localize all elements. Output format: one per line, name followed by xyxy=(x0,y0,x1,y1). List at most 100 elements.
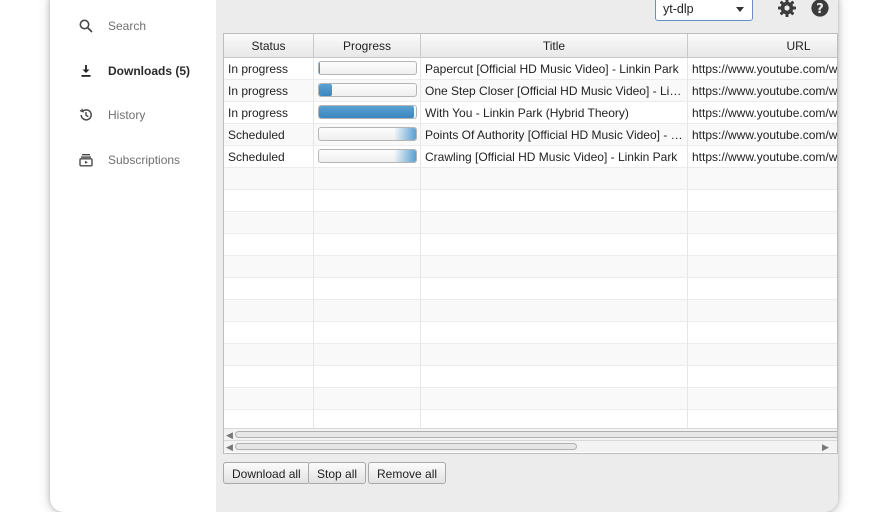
sidebar-item-search[interactable]: Search xyxy=(50,10,216,42)
chevron-down-icon xyxy=(736,7,744,12)
progress-bar xyxy=(318,83,417,97)
stop-all-button[interactable]: Stop all xyxy=(308,462,367,484)
sidebar-item-label: Search xyxy=(108,19,147,33)
progress-bar-fill xyxy=(319,62,320,74)
status-cell xyxy=(224,234,314,256)
download-all-button[interactable]: Download all xyxy=(223,462,310,484)
progress-bar-fill xyxy=(394,128,416,140)
sidebar-item-subscriptions[interactable]: Subscriptions xyxy=(50,144,216,176)
progress-cell xyxy=(314,190,421,212)
sidebar-item-downloads[interactable]: Downloads (5) xyxy=(50,55,216,87)
url-cell xyxy=(688,234,837,256)
inner-horizontal-scrollbar[interactable]: ◀ xyxy=(224,428,837,440)
remove-all-button[interactable]: Remove all xyxy=(368,462,447,484)
table-row xyxy=(224,322,837,344)
table-row[interactable]: Scheduled Points Of Authority [Official H… xyxy=(224,124,837,146)
download-icon xyxy=(78,63,94,79)
title-cell: Crawling [Official HD Music Video] - Lin… xyxy=(421,146,688,168)
column-header-title[interactable]: Title xyxy=(421,34,688,58)
title-cell xyxy=(421,322,688,344)
downloads-table: Status Progress Title URL In progress Pap… xyxy=(223,33,838,454)
title-cell: One Step Closer [Official HD Music Video… xyxy=(421,80,688,102)
progress-cell xyxy=(314,80,421,102)
progress-cell xyxy=(314,278,421,300)
title-cell: With You - Linkin Park (Hybrid Theory) xyxy=(421,102,688,124)
column-header-progress[interactable]: Progress xyxy=(314,34,421,58)
url-cell: https://www.youtube.com/wa xyxy=(688,124,837,146)
status-cell xyxy=(224,168,314,190)
status-cell xyxy=(224,322,314,344)
status-cell: Scheduled xyxy=(224,146,314,168)
scroll-right-arrow-icon[interactable]: ▶ xyxy=(822,442,829,453)
table-row[interactable]: Scheduled Crawling [Official HD Music Vid… xyxy=(224,146,837,168)
search-icon xyxy=(78,18,94,34)
progress-bar-fill xyxy=(319,84,332,96)
scrollbar-thumb[interactable] xyxy=(235,431,837,438)
table-row[interactable]: In progress With You - Linkin Park (Hybri… xyxy=(224,102,837,124)
gear-icon[interactable] xyxy=(777,0,797,18)
progress-cell xyxy=(314,58,421,80)
table-row[interactable]: In progress One Step Closer [Official HD … xyxy=(224,80,837,102)
title-cell xyxy=(421,168,688,190)
status-cell xyxy=(224,212,314,234)
sidebar-item-history[interactable]: History xyxy=(50,99,216,131)
progress-cell xyxy=(314,102,421,124)
table-row xyxy=(224,366,837,388)
downloads-panel: yt-dlp ? Status Progress Title URL In pr… xyxy=(216,0,838,512)
app-window: Search Downloads (5) History Subscriptio… xyxy=(50,0,838,512)
status-cell xyxy=(224,256,314,278)
status-cell: In progress xyxy=(224,80,314,102)
status-cell: In progress xyxy=(224,102,314,124)
progress-cell xyxy=(314,212,421,234)
progress-bar-fill xyxy=(394,150,416,162)
title-cell xyxy=(421,344,688,366)
title-cell xyxy=(421,388,688,410)
progress-cell xyxy=(314,146,421,168)
status-cell xyxy=(224,278,314,300)
scrollbar-thumb[interactable] xyxy=(235,443,577,450)
progress-bar xyxy=(318,105,417,119)
status-cell xyxy=(224,388,314,410)
progress-bar xyxy=(318,149,417,163)
table-row xyxy=(224,212,837,234)
title-cell xyxy=(421,234,688,256)
title-cell xyxy=(421,278,688,300)
column-header-status[interactable]: Status xyxy=(224,34,314,58)
progress-bar-fill xyxy=(319,106,414,118)
progress-cell xyxy=(314,388,421,410)
table-row xyxy=(224,278,837,300)
url-cell xyxy=(688,256,837,278)
status-cell: In progress xyxy=(224,58,314,80)
status-cell xyxy=(224,190,314,212)
title-cell xyxy=(421,190,688,212)
title-cell xyxy=(421,256,688,278)
url-cell: https://www.youtube.com/wa xyxy=(688,58,837,80)
progress-cell xyxy=(314,256,421,278)
scroll-left-arrow-icon[interactable]: ◀ xyxy=(226,442,233,453)
title-cell xyxy=(421,300,688,322)
url-cell xyxy=(688,366,837,388)
status-cell xyxy=(224,366,314,388)
url-cell xyxy=(688,212,837,234)
progress-cell xyxy=(314,366,421,388)
sidebar: Search Downloads (5) History Subscriptio… xyxy=(50,0,216,512)
subscriptions-icon xyxy=(78,152,94,168)
engine-select[interactable]: yt-dlp xyxy=(655,0,753,21)
status-cell: Scheduled xyxy=(224,124,314,146)
table-row xyxy=(224,300,837,322)
title-cell xyxy=(421,366,688,388)
help-icon[interactable]: ? xyxy=(810,0,830,18)
title-cell xyxy=(421,212,688,234)
title-cell: Papercut [Official HD Music Video] - Lin… xyxy=(421,58,688,80)
history-icon xyxy=(78,107,94,123)
table-row xyxy=(224,344,837,366)
progress-cell xyxy=(314,168,421,190)
table-row xyxy=(224,190,837,212)
horizontal-scrollbar[interactable]: ◀ ▶ xyxy=(224,440,837,452)
progress-bar xyxy=(318,61,417,75)
table-row[interactable]: In progress Papercut [Official HD Music V… xyxy=(224,58,837,80)
column-header-url[interactable]: URL xyxy=(688,34,837,58)
url-cell xyxy=(688,344,837,366)
sidebar-item-label: Subscriptions xyxy=(108,153,181,167)
table-row xyxy=(224,388,837,410)
